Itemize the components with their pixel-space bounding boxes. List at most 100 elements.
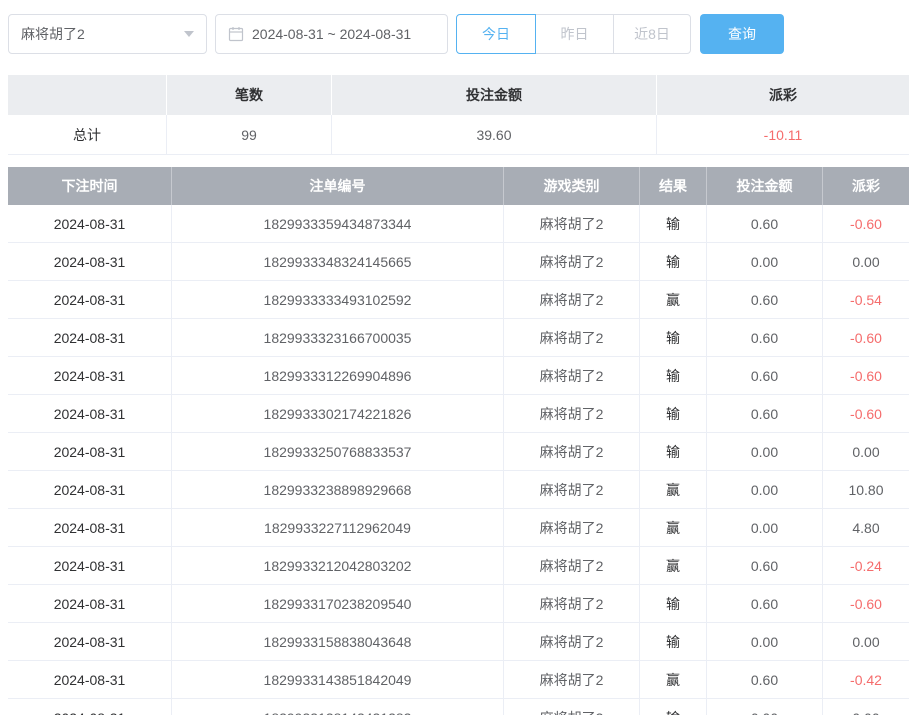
today-button[interactable]: 今日	[456, 14, 536, 54]
cell-bet-amount: 0.00	[707, 623, 823, 660]
summary-total-bet-amount: 39.60	[332, 115, 657, 154]
cell-result: 赢	[640, 509, 707, 546]
cell-payout: 4.80	[823, 509, 909, 546]
cell-bet-number: 1829933323166700035	[172, 319, 504, 356]
cell-bet-time: 2024-08-31	[8, 433, 172, 470]
summary-header-row: 笔数 投注金额 派彩	[8, 75, 909, 115]
header-payout: 派彩	[823, 167, 909, 205]
game-select-value: 麻将胡了2	[21, 24, 85, 44]
cell-game-type: 麻将胡了2	[504, 205, 640, 242]
chevron-down-icon	[184, 31, 194, 37]
cell-result: 输	[640, 357, 707, 394]
table-row: 2024-08-311829933333493102592麻将胡了2赢0.60-…	[8, 281, 909, 319]
cell-result: 输	[640, 623, 707, 660]
table-row: 2024-08-311829933212042803202麻将胡了2赢0.60-…	[8, 547, 909, 585]
summary-header-payout: 派彩	[657, 75, 909, 115]
bet-table: 下注时间 注单编号 游戏类别 结果 投注金额 派彩 2024-08-311829…	[8, 167, 909, 715]
summary-total-row: 总计 99 39.60 -10.11	[8, 115, 909, 155]
table-row: 2024-08-311829933348324145665麻将胡了2输0.000…	[8, 243, 909, 281]
cell-bet-amount: 0.00	[707, 471, 823, 508]
date-range-input[interactable]: 2024-08-31 ~ 2024-08-31	[215, 14, 448, 54]
cell-bet-amount: 0.60	[707, 547, 823, 584]
cell-result: 赢	[640, 547, 707, 584]
search-button[interactable]: 查询	[700, 14, 784, 54]
cell-payout: 0.00	[823, 243, 909, 280]
cell-bet-time: 2024-08-31	[8, 471, 172, 508]
toolbar: 麻将胡了2 2024-08-31 ~ 2024-08-31 今日 昨日 近8日 …	[0, 0, 917, 54]
cell-bet-number: 1829933348324145665	[172, 243, 504, 280]
cell-bet-amount: 0.60	[707, 357, 823, 394]
cell-game-type: 麻将胡了2	[504, 357, 640, 394]
cell-bet-amount: 0.60	[707, 395, 823, 432]
report-page: 麻将胡了2 2024-08-31 ~ 2024-08-31 今日 昨日 近8日 …	[0, 0, 917, 715]
cell-result: 赢	[640, 281, 707, 318]
header-bet-amount: 投注金额	[707, 167, 823, 205]
cell-game-type: 麻将胡了2	[504, 433, 640, 470]
cell-game-type: 麻将胡了2	[504, 319, 640, 356]
cell-game-type: 麻将胡了2	[504, 471, 640, 508]
cell-bet-time: 2024-08-31	[8, 661, 172, 698]
cell-payout: -0.42	[823, 661, 909, 698]
cell-payout: -0.60	[823, 319, 909, 356]
cell-game-type: 麻将胡了2	[504, 243, 640, 280]
cell-bet-amount: 0.60	[707, 319, 823, 356]
cell-game-type: 麻将胡了2	[504, 699, 640, 715]
cell-bet-time: 2024-08-31	[8, 357, 172, 394]
cell-payout: -0.54	[823, 281, 909, 318]
cell-game-type: 麻将胡了2	[504, 547, 640, 584]
table-row: 2024-08-311829933359434873344麻将胡了2输0.60-…	[8, 205, 909, 243]
cell-bet-time: 2024-08-31	[8, 699, 172, 715]
table-row: 2024-08-311829933227112962049麻将胡了2赢0.004…	[8, 509, 909, 547]
cell-bet-number: 1829933359434873344	[172, 205, 504, 242]
cell-result: 输	[640, 395, 707, 432]
table-row: 2024-08-311829933143851842049麻将胡了2赢0.60-…	[8, 661, 909, 699]
cell-game-type: 麻将胡了2	[504, 623, 640, 660]
summary-header-blank	[8, 75, 167, 115]
summary-table: 笔数 投注金额 派彩 总计 99 39.60 -10.11	[8, 75, 909, 155]
cell-payout: -0.60	[823, 395, 909, 432]
cell-result: 输	[640, 319, 707, 356]
yesterday-button[interactable]: 昨日	[535, 14, 614, 54]
cell-bet-time: 2024-08-31	[8, 395, 172, 432]
cell-bet-number: 1829933250768833537	[172, 433, 504, 470]
cell-bet-time: 2024-08-31	[8, 243, 172, 280]
quick-range-group: 今日 昨日 近8日	[456, 14, 691, 54]
summary-total-count: 99	[167, 115, 332, 154]
cell-bet-amount: 0.00	[707, 699, 823, 715]
cell-result: 输	[640, 243, 707, 280]
cell-bet-time: 2024-08-31	[8, 205, 172, 242]
cell-payout: 0.00	[823, 699, 909, 715]
cell-payout: -0.60	[823, 205, 909, 242]
table-row: 2024-08-311829933238898929668麻将胡了2赢0.001…	[8, 471, 909, 509]
cell-bet-number: 1829933312269904896	[172, 357, 504, 394]
cell-bet-amount: 0.00	[707, 509, 823, 546]
cell-bet-time: 2024-08-31	[8, 547, 172, 584]
cell-payout: 0.00	[823, 433, 909, 470]
last-8-days-button[interactable]: 近8日	[613, 14, 691, 54]
cell-result: 赢	[640, 471, 707, 508]
cell-result: 输	[640, 699, 707, 715]
calendar-icon	[228, 26, 244, 42]
table-row: 2024-08-311829933158838043648麻将胡了2输0.000…	[8, 623, 909, 661]
table-row: 2024-08-311829933138142421282麻将胡了2输0.000…	[8, 699, 909, 715]
table-row: 2024-08-311829933250768833537麻将胡了2输0.000…	[8, 433, 909, 471]
cell-bet-number: 1829933333493102592	[172, 281, 504, 318]
cell-bet-amount: 0.60	[707, 281, 823, 318]
cell-bet-number: 1829933302174221826	[172, 395, 504, 432]
cell-game-type: 麻将胡了2	[504, 585, 640, 622]
cell-bet-number: 1829933212042803202	[172, 547, 504, 584]
cell-result: 赢	[640, 661, 707, 698]
date-range-value: 2024-08-31 ~ 2024-08-31	[252, 26, 411, 42]
cell-bet-amount: 0.60	[707, 205, 823, 242]
cell-bet-number: 1829933227112962049	[172, 509, 504, 546]
header-result: 结果	[640, 167, 707, 205]
table-row: 2024-08-311829933323166700035麻将胡了2输0.60-…	[8, 319, 909, 357]
summary-header-bet-amount: 投注金额	[332, 75, 657, 115]
cell-bet-amount: 0.60	[707, 661, 823, 698]
game-select[interactable]: 麻将胡了2	[8, 14, 207, 54]
cell-result: 输	[640, 585, 707, 622]
cell-bet-time: 2024-08-31	[8, 623, 172, 660]
table-row: 2024-08-311829933302174221826麻将胡了2输0.60-…	[8, 395, 909, 433]
cell-game-type: 麻将胡了2	[504, 509, 640, 546]
cell-payout: -0.60	[823, 585, 909, 622]
